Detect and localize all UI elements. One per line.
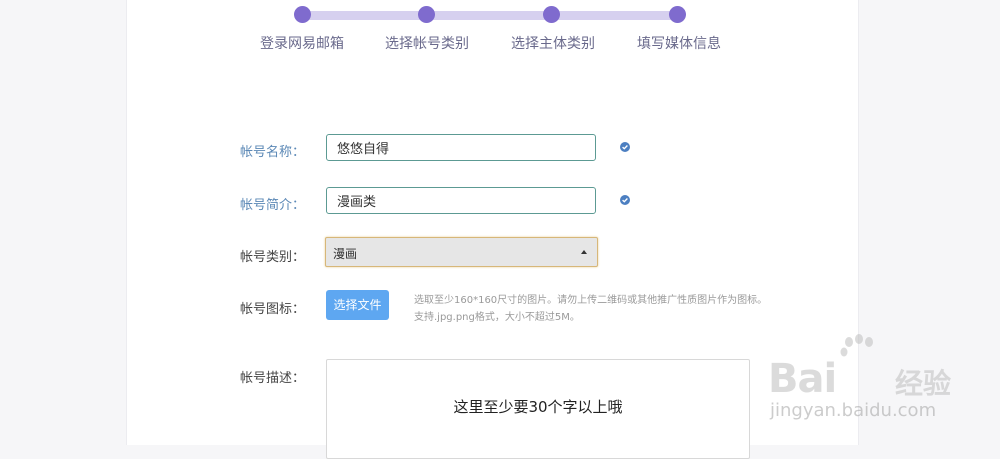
- watermark-brand-suffix: 经验: [895, 367, 952, 400]
- description-text: 这里至少要30个字以上哦: [453, 398, 623, 416]
- step-connector-2: [430, 11, 552, 20]
- check-circle-icon: [620, 195, 630, 205]
- account-category-label: 帐号类别：: [240, 250, 306, 265]
- account-description-textarea[interactable]: 这里至少要30个字以上哦: [326, 359, 750, 459]
- step-label-1: 登录网易邮箱: [260, 36, 344, 52]
- account-category-select[interactable]: 漫画: [325, 237, 598, 267]
- step-dot-1: [294, 6, 311, 23]
- account-name-label: 帐号名称：: [240, 145, 306, 160]
- watermark-brand: Bai: [768, 356, 837, 402]
- step-dot-4: [669, 6, 686, 23]
- check-circle-icon: [620, 142, 630, 152]
- watermark-url: jingyan.baidu.com: [770, 400, 937, 421]
- step-label-4: 填写媒体信息: [637, 36, 721, 52]
- choose-file-button[interactable]: 选择文件: [326, 290, 389, 320]
- step-connector-3: [555, 11, 678, 20]
- step-connector-1: [304, 11, 427, 20]
- caret-up-icon: [581, 250, 587, 254]
- icon-hint-line2: 支持.jpg.png格式，大小不超过5M。: [414, 312, 580, 323]
- step-dot-2: [418, 6, 435, 23]
- account-description-label: 帐号描述：: [240, 371, 306, 386]
- step-label-3: 选择主体类别: [511, 36, 595, 52]
- account-intro-input[interactable]: [326, 187, 596, 214]
- select-value: 漫画: [333, 247, 358, 261]
- step-dot-3: [543, 6, 560, 23]
- account-intro-label: 帐号简介：: [240, 198, 306, 213]
- step-label-2: 选择帐号类别: [385, 36, 469, 52]
- icon-hint-line1: 选取至少160*160尺寸的图片。请勿上传二维码或其他推广性质图片作为图标。: [414, 295, 768, 306]
- account-icon-label: 帐号图标：: [240, 302, 306, 317]
- account-name-input[interactable]: [326, 134, 596, 161]
